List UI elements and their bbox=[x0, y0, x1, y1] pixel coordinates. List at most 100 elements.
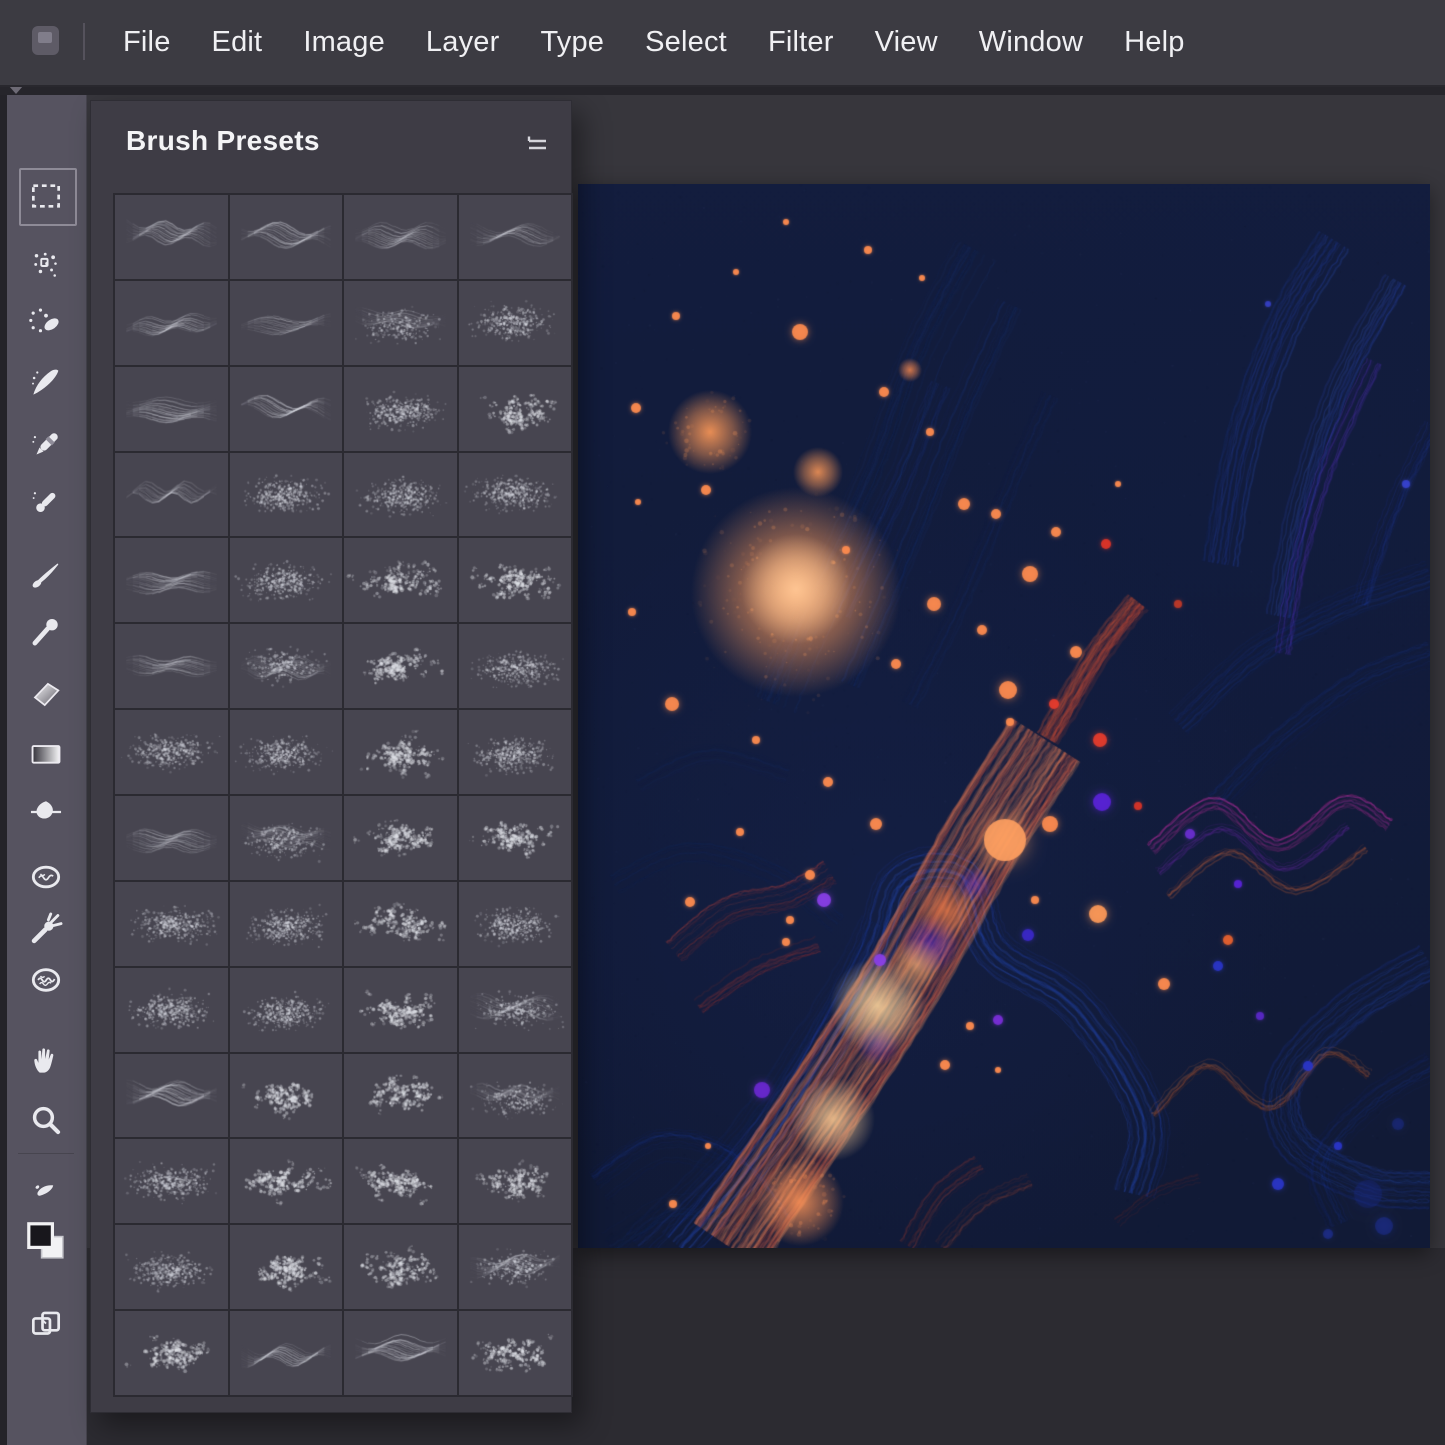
menu-item-file[interactable]: File bbox=[123, 26, 171, 59]
brush-preset-cell[interactable] bbox=[115, 796, 228, 880]
brush-preset-cell[interactable] bbox=[115, 1054, 228, 1138]
brush-preset-cell[interactable] bbox=[230, 1139, 343, 1223]
collapse-arrow-icon[interactable] bbox=[9, 86, 23, 94]
healing-blob-tool[interactable] bbox=[26, 1170, 66, 1210]
brush-thumbnail bbox=[459, 796, 572, 880]
spray-tool[interactable] bbox=[26, 909, 66, 949]
brush-preset-cell[interactable] bbox=[344, 1311, 457, 1395]
brush-dial-tool[interactable] bbox=[26, 302, 66, 342]
menu-item-window[interactable]: Window bbox=[979, 26, 1083, 59]
brush-preset-cell[interactable] bbox=[344, 538, 457, 622]
brush-preset-cell[interactable] bbox=[115, 538, 228, 622]
brush-thumbnail bbox=[230, 1225, 343, 1309]
brush-preset-cell[interactable] bbox=[459, 624, 572, 708]
brush-preset-cell[interactable] bbox=[230, 968, 343, 1052]
canvas-artwork[interactable] bbox=[578, 184, 1430, 1248]
brush-preset-cell[interactable] bbox=[230, 1225, 343, 1309]
menu-item-type[interactable]: Type bbox=[540, 26, 604, 59]
brush-preset-cell[interactable] bbox=[115, 453, 228, 537]
brush-preset-cell[interactable] bbox=[459, 195, 572, 279]
pen-tool[interactable] bbox=[26, 425, 66, 465]
marquee-tool[interactable] bbox=[26, 176, 66, 216]
brush-preset-cell[interactable] bbox=[230, 367, 343, 451]
dodge-tool[interactable] bbox=[26, 857, 66, 897]
brush-preset-cell[interactable] bbox=[344, 367, 457, 451]
bold-brush-tool[interactable] bbox=[26, 362, 66, 402]
pen-icon bbox=[27, 426, 65, 464]
brush-preset-cell[interactable] bbox=[459, 1311, 572, 1395]
brush-preset-cell[interactable] bbox=[344, 1225, 457, 1309]
brush-preset-cell[interactable] bbox=[115, 1311, 228, 1395]
gradient-tool[interactable] bbox=[26, 734, 66, 774]
brush-thumbnail bbox=[115, 281, 228, 365]
brush-preset-cell[interactable] bbox=[459, 453, 572, 537]
round-brush-tool[interactable] bbox=[26, 612, 66, 652]
blur-drop-tool[interactable] bbox=[26, 792, 66, 832]
lasso-scatter-tool[interactable] bbox=[26, 246, 66, 286]
brush-preset-cell[interactable] bbox=[344, 624, 457, 708]
hand-tool[interactable] bbox=[26, 1040, 66, 1080]
brush-preset-cell[interactable] bbox=[230, 1054, 343, 1138]
pointed-brush-tool[interactable] bbox=[26, 555, 66, 595]
brush-preset-cell[interactable] bbox=[459, 882, 572, 966]
brush-preset-cell[interactable] bbox=[459, 1054, 572, 1138]
brush-preset-cell[interactable] bbox=[344, 968, 457, 1052]
app-icon-glyph bbox=[38, 32, 52, 43]
brush-preset-cell[interactable] bbox=[230, 882, 343, 966]
menu-item-filter[interactable]: Filter bbox=[768, 26, 834, 59]
brush-preset-cell[interactable] bbox=[115, 281, 228, 365]
brush-preset-cell[interactable] bbox=[230, 796, 343, 880]
zoom-tool[interactable] bbox=[26, 1100, 66, 1140]
brush-thumbnail bbox=[344, 1311, 457, 1395]
panel-menu-icon[interactable] bbox=[521, 133, 553, 155]
left-edge-strip bbox=[0, 95, 7, 1445]
brush-preset-cell[interactable] bbox=[115, 195, 228, 279]
brush-preset-cell[interactable] bbox=[115, 1139, 228, 1223]
brush-preset-cell[interactable] bbox=[344, 796, 457, 880]
brush-preset-cell[interactable] bbox=[344, 710, 457, 794]
brush-thumbnail bbox=[344, 710, 457, 794]
color-swatches[interactable] bbox=[26, 1221, 66, 1261]
marker-tool[interactable] bbox=[26, 482, 66, 522]
brush-preset-cell[interactable] bbox=[459, 968, 572, 1052]
menu-item-help[interactable]: Help bbox=[1124, 26, 1184, 59]
brush-preset-cell[interactable] bbox=[459, 538, 572, 622]
brush-preset-cell[interactable] bbox=[115, 624, 228, 708]
brush-thumbnail bbox=[230, 367, 343, 451]
brush-preset-cell[interactable] bbox=[230, 538, 343, 622]
brush-preset-cell[interactable] bbox=[459, 1139, 572, 1223]
brush-preset-cell[interactable] bbox=[115, 1225, 228, 1309]
brush-preset-cell[interactable] bbox=[344, 281, 457, 365]
brush-preset-cell[interactable] bbox=[459, 281, 572, 365]
eraser-tool[interactable] bbox=[26, 673, 66, 713]
blur-drop-icon bbox=[27, 793, 65, 831]
brush-preset-cell[interactable] bbox=[459, 796, 572, 880]
menu-item-image[interactable]: Image bbox=[303, 26, 385, 59]
brush-preset-cell[interactable] bbox=[230, 710, 343, 794]
brush-preset-cell[interactable] bbox=[115, 710, 228, 794]
brush-thumbnail bbox=[459, 281, 572, 365]
brush-preset-cell[interactable] bbox=[459, 367, 572, 451]
menu-item-select[interactable]: Select bbox=[645, 26, 727, 59]
brush-preset-cell[interactable] bbox=[459, 710, 572, 794]
sponge-tool[interactable] bbox=[26, 960, 66, 1000]
menu-item-view[interactable]: View bbox=[875, 26, 938, 59]
brush-preset-cell[interactable] bbox=[115, 882, 228, 966]
brush-preset-cell[interactable] bbox=[344, 1139, 457, 1223]
brush-preset-cell[interactable] bbox=[115, 968, 228, 1052]
brush-preset-cell[interactable] bbox=[115, 367, 228, 451]
brush-preset-cell[interactable] bbox=[459, 1225, 572, 1309]
brush-preset-cell[interactable] bbox=[230, 281, 343, 365]
clone-frames-tool[interactable] bbox=[26, 1304, 66, 1344]
brush-preset-cell[interactable] bbox=[230, 195, 343, 279]
brush-preset-cell[interactable] bbox=[344, 453, 457, 537]
brush-preset-cell[interactable] bbox=[344, 195, 457, 279]
brush-preset-cell[interactable] bbox=[344, 1054, 457, 1138]
brush-preset-cell[interactable] bbox=[230, 1311, 343, 1395]
menu-item-layer[interactable]: Layer bbox=[426, 26, 500, 59]
menu-item-edit[interactable]: Edit bbox=[212, 26, 263, 59]
lasso-scatter-icon bbox=[27, 247, 65, 285]
brush-preset-cell[interactable] bbox=[230, 453, 343, 537]
brush-preset-cell[interactable] bbox=[344, 882, 457, 966]
brush-preset-cell[interactable] bbox=[230, 624, 343, 708]
